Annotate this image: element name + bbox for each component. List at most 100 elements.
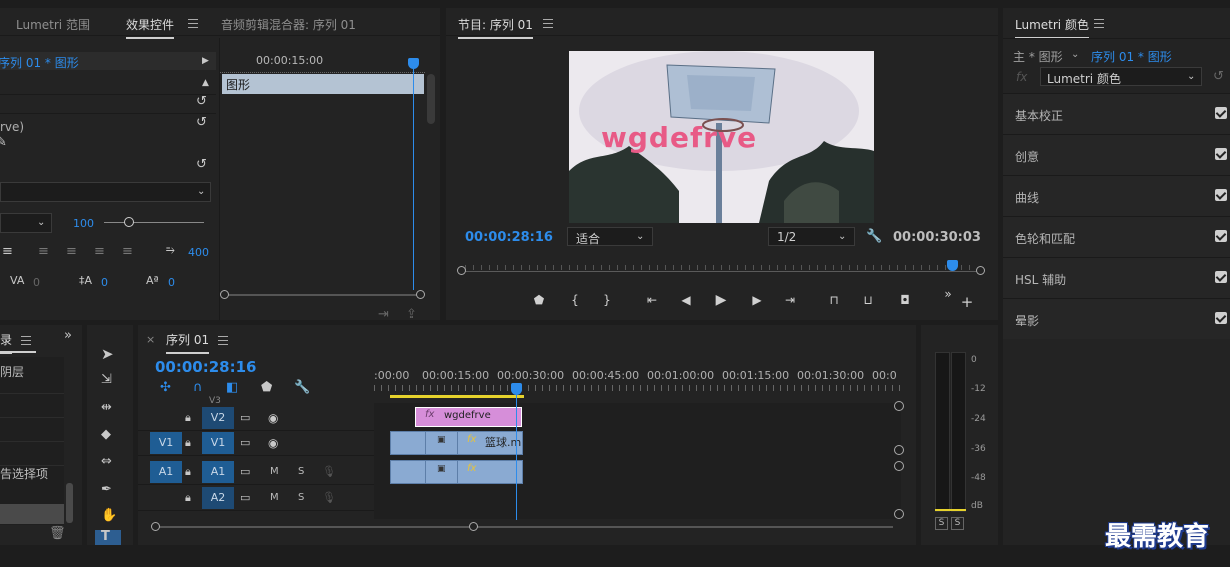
export-frame-camera-icon[interactable]: ◘ (896, 293, 914, 307)
selected-item[interactable] (0, 504, 64, 524)
track-name[interactable]: V2 (202, 407, 234, 429)
pen-tool-icon[interactable]: ✒ (101, 483, 112, 497)
go-to-in-icon[interactable]: ⇤ (643, 293, 661, 307)
source-clip[interactable]: 主 * 图形 (1013, 48, 1063, 65)
list-item[interactable]: 告选择项 (0, 465, 48, 482)
mute-button[interactable]: M (270, 492, 279, 503)
sync-lock-icon[interactable]: ▭ (240, 491, 250, 505)
more-controls-icon[interactable]: » (939, 287, 957, 301)
solo-button[interactable]: S (298, 492, 304, 503)
tab-audio-mixer[interactable]: 音频剪辑混合器: 序列 01 (221, 16, 356, 33)
track-name[interactable]: A2 (202, 487, 234, 509)
solo-right-button[interactable]: S (951, 517, 964, 530)
lumetri-section[interactable]: HSL 辅助 (1003, 257, 1230, 298)
lumetri-section[interactable]: 晕影 (1003, 298, 1230, 339)
title-clip[interactable]: fx wgdefrve (415, 407, 522, 427)
effect-dropdown[interactable]: Lumetri 颜色 ⌄ (1040, 67, 1202, 86)
panel-menu-icon[interactable] (21, 336, 31, 345)
reset-icon[interactable]: ↺ (196, 158, 207, 172)
section-enable-checkbox[interactable] (1215, 148, 1227, 160)
solo-left-button[interactable]: S (935, 517, 948, 530)
kerning-value[interactable]: 0 (33, 276, 40, 289)
video-preview[interactable]: wgdefrve (569, 51, 874, 223)
microphone-icon[interactable]: 🎙︎ (322, 465, 336, 479)
justify-icon[interactable]: ≡ (94, 245, 105, 259)
settings-wrench-icon[interactable]: 🔧 (866, 230, 882, 244)
razor-tool-icon[interactable]: ◆ (101, 428, 111, 442)
style-dropdown[interactable]: ⌄ (0, 213, 52, 233)
lumetri-section[interactable]: 基本校正 (1003, 93, 1230, 134)
tab-lumetri-color[interactable]: Lumetri 颜色 (1015, 16, 1089, 39)
export-frame-icon[interactable]: ⇥ (378, 308, 389, 321)
pen-tool-icon[interactable]: ✎ (0, 136, 7, 150)
tracking-value[interactable]: 400 (188, 246, 209, 259)
project-scrollbar[interactable] (66, 483, 73, 523)
more-panels-icon[interactable]: » (64, 329, 72, 343)
align-left-icon[interactable]: ≡ (2, 245, 13, 259)
marker-icon[interactable]: ⬟ (261, 381, 272, 395)
font-dropdown[interactable]: ⌄ (0, 182, 211, 202)
timeline-hscroll[interactable] (151, 522, 893, 531)
sequence-clip[interactable]: 序列 01 * 图形 (1091, 48, 1172, 65)
expand-arrow-icon[interactable]: ▶ (202, 54, 209, 68)
video-title-text[interactable]: wgdefrve (601, 121, 757, 154)
tab-sequence[interactable]: 序列 01 (166, 331, 210, 354)
close-icon[interactable]: × (146, 333, 155, 347)
timeline-playhead-head[interactable] (511, 383, 522, 395)
panel-menu-icon[interactable] (543, 19, 553, 28)
source-patch[interactable]: A1 (150, 461, 182, 483)
reset-icon[interactable]: ↺ (1213, 70, 1224, 84)
chevron-down-icon[interactable]: ⌄ (1071, 48, 1079, 62)
section-enable-checkbox[interactable] (1215, 312, 1227, 324)
clip-path[interactable]: 序列 01 * 图形 (0, 54, 79, 71)
tab-lumetri-scopes[interactable]: Lumetri 范围 (16, 16, 90, 33)
mini-playhead[interactable] (413, 60, 414, 290)
source-patch[interactable]: V1 (150, 432, 182, 454)
section-enable-checkbox[interactable] (1215, 230, 1227, 242)
microphone-icon[interactable]: 🎙︎ (322, 491, 336, 505)
add-marker-toggle-icon[interactable]: ◧ (226, 381, 238, 395)
audio-clip[interactable]: ▣ fx (390, 460, 523, 484)
mini-playhead-head[interactable] (408, 58, 419, 69)
timeline-timecode[interactable]: 00:00:28:16 (155, 358, 257, 376)
ripple-edit-tool-icon[interactable]: ⇹ (101, 401, 112, 415)
reset-icon[interactable]: ↺ (196, 95, 207, 109)
playhead-timecode[interactable]: 00:00:28:16 (465, 230, 553, 245)
section-enable-checkbox[interactable] (1215, 271, 1227, 283)
sync-lock-icon[interactable]: ▭ (240, 465, 250, 479)
button-editor-plus-icon[interactable]: + (958, 293, 976, 311)
lumetri-section[interactable]: 色轮和匹配 (1003, 216, 1230, 257)
leading-value[interactable]: 0 (101, 276, 108, 289)
scrubber[interactable] (457, 260, 985, 275)
type-tool-button[interactable]: T (95, 530, 121, 545)
extract-icon[interactable]: ⊔ (859, 293, 877, 307)
panel-menu-icon[interactable] (218, 336, 228, 345)
monitor-playhead[interactable] (947, 260, 958, 271)
section-enable-checkbox[interactable] (1215, 107, 1227, 119)
toggle-sync-icon[interactable]: ▭ (240, 436, 250, 450)
resolution-dropdown[interactable]: 1/2 ⌄ (768, 227, 855, 246)
fit-dropdown[interactable]: 适合 ⌄ (567, 227, 653, 246)
lock-icon[interactable]: 🔒︎ (185, 411, 191, 425)
mark-in-icon[interactable]: { (566, 293, 584, 307)
tab-effect-controls[interactable]: 效果控件 (126, 16, 175, 39)
lumetri-section[interactable]: 创意 (1003, 134, 1230, 175)
toggle-sync-icon[interactable]: ▭ (240, 411, 250, 425)
add-marker-icon[interactable]: ⬟ (530, 293, 548, 307)
play-icon[interactable]: ▶ (712, 292, 730, 308)
size-slider[interactable] (104, 217, 204, 227)
work-area-bar[interactable] (390, 395, 524, 398)
slip-tool-icon[interactable]: ⇔ (101, 455, 112, 469)
step-forward-icon[interactable]: ▶ (748, 293, 766, 307)
lift-icon[interactable]: ⊓ (825, 293, 843, 307)
list-item[interactable]: 阴层 (0, 363, 24, 380)
time-ruler[interactable]: :00:00 00:00:15:00 00:00:30:00 00:00:45:… (374, 365, 901, 401)
lock-icon[interactable]: 🔒︎ (185, 491, 191, 505)
lumetri-section[interactable]: 曲线 (1003, 175, 1230, 216)
solo-button[interactable]: S (298, 466, 304, 477)
panel-menu-icon[interactable] (1094, 19, 1104, 28)
track-select-tool-icon[interactable]: ⇲ (101, 373, 112, 387)
align-center-icon[interactable]: ≡ (38, 245, 49, 259)
track-name[interactable]: A1 (202, 461, 234, 483)
lock-icon[interactable]: 🔒︎ (185, 436, 191, 450)
